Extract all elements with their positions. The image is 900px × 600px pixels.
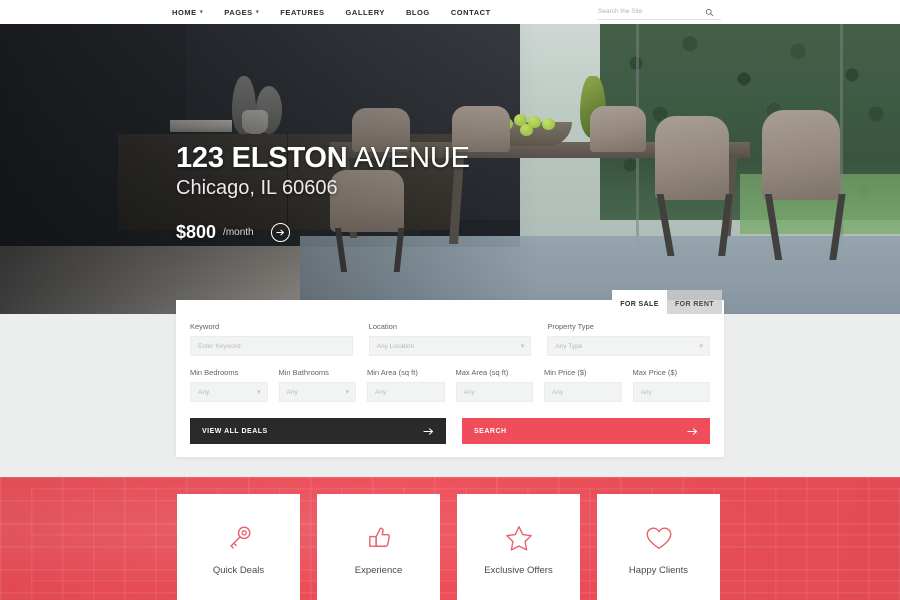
location-select-value: Any Location: [376, 342, 415, 350]
field-min-price: Min Price ($): [544, 368, 622, 402]
nav-item-pages[interactable]: PAGES ▾: [224, 8, 259, 17]
feature-card-exclusive-offers[interactable]: Exclusive Offers: [457, 494, 580, 600]
hero-title-bold: 123 ELSTON: [176, 142, 348, 174]
hero-price-row: $800 /month: [176, 222, 470, 243]
view-all-deals-label: VIEW ALL DEALS: [202, 427, 268, 435]
tab-for-sale[interactable]: FOR SALE: [612, 290, 667, 314]
feature-card-label: Experience: [354, 565, 403, 576]
keyword-input-wrap[interactable]: [190, 336, 353, 356]
search-button[interactable]: SEARCH: [462, 418, 710, 444]
hero-subtitle: Chicago, IL 60606: [176, 177, 338, 199]
max-area-input-wrap[interactable]: [455, 382, 533, 402]
feature-card-quick-deals[interactable]: Quick Deals: [177, 494, 300, 600]
hero-title-light: AVENUE: [347, 142, 470, 174]
star-icon: [504, 521, 534, 555]
feature-card-happy-clients[interactable]: Happy Clients: [597, 494, 720, 600]
search-row-2: Min Bedrooms Any ▾ Min Bathrooms Any ▾ M…: [190, 368, 710, 402]
search-input[interactable]: [597, 8, 705, 16]
tab-for-rent[interactable]: FOR RENT: [667, 290, 722, 314]
field-label: Property Type: [547, 322, 594, 331]
hero-title: 123 ELSTON AVENUE: [176, 141, 470, 175]
min-price-input[interactable]: [552, 388, 614, 396]
min-price-input-wrap[interactable]: [544, 382, 622, 402]
field-location: Location Any Location ▾: [368, 322, 532, 356]
property-search-panel: Keyword Location Any Location ▾ Property…: [176, 300, 724, 457]
feature-card-label: Exclusive Offers: [484, 565, 553, 576]
search-button-label: SEARCH: [474, 427, 507, 435]
nav-item-label: PAGES: [224, 7, 253, 17]
location-select[interactable]: Any Location ▾: [368, 336, 532, 356]
nav-item-label: HOME: [172, 7, 197, 17]
search-panel-buttons: VIEW ALL DEALS SEARCH: [190, 418, 710, 444]
arrow-right-icon: [423, 427, 434, 435]
nav-item-home[interactable]: HOME ▾: [172, 8, 203, 17]
field-label: Min Price ($): [544, 368, 587, 377]
heart-icon: [644, 521, 674, 555]
thumbs-up-icon: [364, 521, 394, 555]
chevron-down-icon: ▾: [255, 9, 260, 15]
field-max-price: Max Price ($): [632, 368, 710, 402]
site-search: [597, 5, 721, 20]
field-label: Min Bedrooms: [190, 368, 239, 377]
field-label: Min Bathrooms: [278, 368, 329, 377]
max-price-input[interactable]: [640, 388, 702, 396]
nav-item-features[interactable]: FEATURES: [280, 8, 324, 17]
property-type-select-value: Any Type: [555, 342, 583, 350]
feature-card-label: Quick Deals: [212, 565, 265, 576]
min-bathrooms-select[interactable]: Any ▾: [278, 382, 356, 402]
hero-copy: 123 ELSTON AVENUE Chicago, IL 60606 $800…: [176, 141, 470, 243]
field-label: Location: [368, 322, 398, 331]
feature-card-experience[interactable]: Experience: [317, 494, 440, 600]
field-label: Keyword: [190, 322, 220, 331]
nav-item-contact[interactable]: CONTACT: [451, 8, 491, 17]
min-bedrooms-select[interactable]: Any ▾: [190, 382, 268, 402]
chevron-down-icon: ▾: [345, 389, 349, 396]
nav-item-gallery[interactable]: GALLERY: [346, 8, 385, 17]
max-price-input-wrap[interactable]: [632, 382, 710, 402]
hero-price: $800: [176, 222, 217, 242]
hero-banner: 123 ELSTON AVENUE Chicago, IL 60606 $800…: [0, 24, 900, 314]
max-area-input[interactable]: [463, 388, 525, 396]
min-area-input[interactable]: [375, 388, 437, 396]
field-label: Max Area (sq ft): [455, 368, 509, 377]
min-bedrooms-value: Any: [198, 388, 210, 396]
min-bathrooms-value: Any: [286, 388, 298, 396]
field-keyword: Keyword: [190, 322, 353, 356]
search-icon[interactable]: [705, 8, 714, 17]
nav-item-blog[interactable]: BLOG: [406, 8, 430, 17]
field-min-bedrooms: Min Bedrooms Any ▾: [190, 368, 268, 402]
property-type-select[interactable]: Any Type ▾: [547, 336, 711, 356]
chevron-down-icon: ▾: [199, 9, 204, 15]
main-navigation: HOME ▾ PAGES ▾ FEATURES GALLERY BLOG CON…: [172, 8, 491, 17]
field-min-area: Min Area (sq ft): [367, 368, 445, 402]
feature-card-label: Happy Clients: [628, 565, 689, 576]
arrow-right-circle-icon[interactable]: [270, 223, 290, 242]
site-header: HOME ▾ PAGES ▾ FEATURES GALLERY BLOG CON…: [0, 0, 900, 24]
listing-type-tabs: FOR SALE FOR RENT: [612, 290, 722, 314]
chevron-down-icon: ▾: [256, 389, 261, 396]
field-label: Max Price ($): [632, 368, 678, 377]
field-property-type: Property Type Any Type ▾: [547, 322, 711, 356]
field-label: Min Area (sq ft): [367, 368, 418, 377]
chevron-down-icon: ▾: [699, 343, 704, 350]
chevron-down-icon: ▾: [520, 343, 525, 350]
keyword-input[interactable]: [198, 342, 345, 350]
features-section: Quick Deals Experience Exclusive Offers: [0, 477, 900, 600]
search-panel-area: Keyword Location Any Location ▾ Property…: [0, 300, 900, 477]
field-max-area: Max Area (sq ft): [455, 368, 533, 402]
hero-price-period: /month: [223, 227, 254, 238]
min-area-input-wrap[interactable]: [367, 382, 445, 402]
key-icon: [224, 521, 254, 555]
view-all-deals-button[interactable]: VIEW ALL DEALS: [190, 418, 446, 444]
field-min-bathrooms: Min Bathrooms Any ▾: [278, 368, 356, 402]
feature-cards: Quick Deals Experience Exclusive Offers: [177, 494, 720, 600]
arrow-right-icon: [687, 427, 698, 435]
search-row-1: Keyword Location Any Location ▾ Property…: [190, 322, 711, 356]
